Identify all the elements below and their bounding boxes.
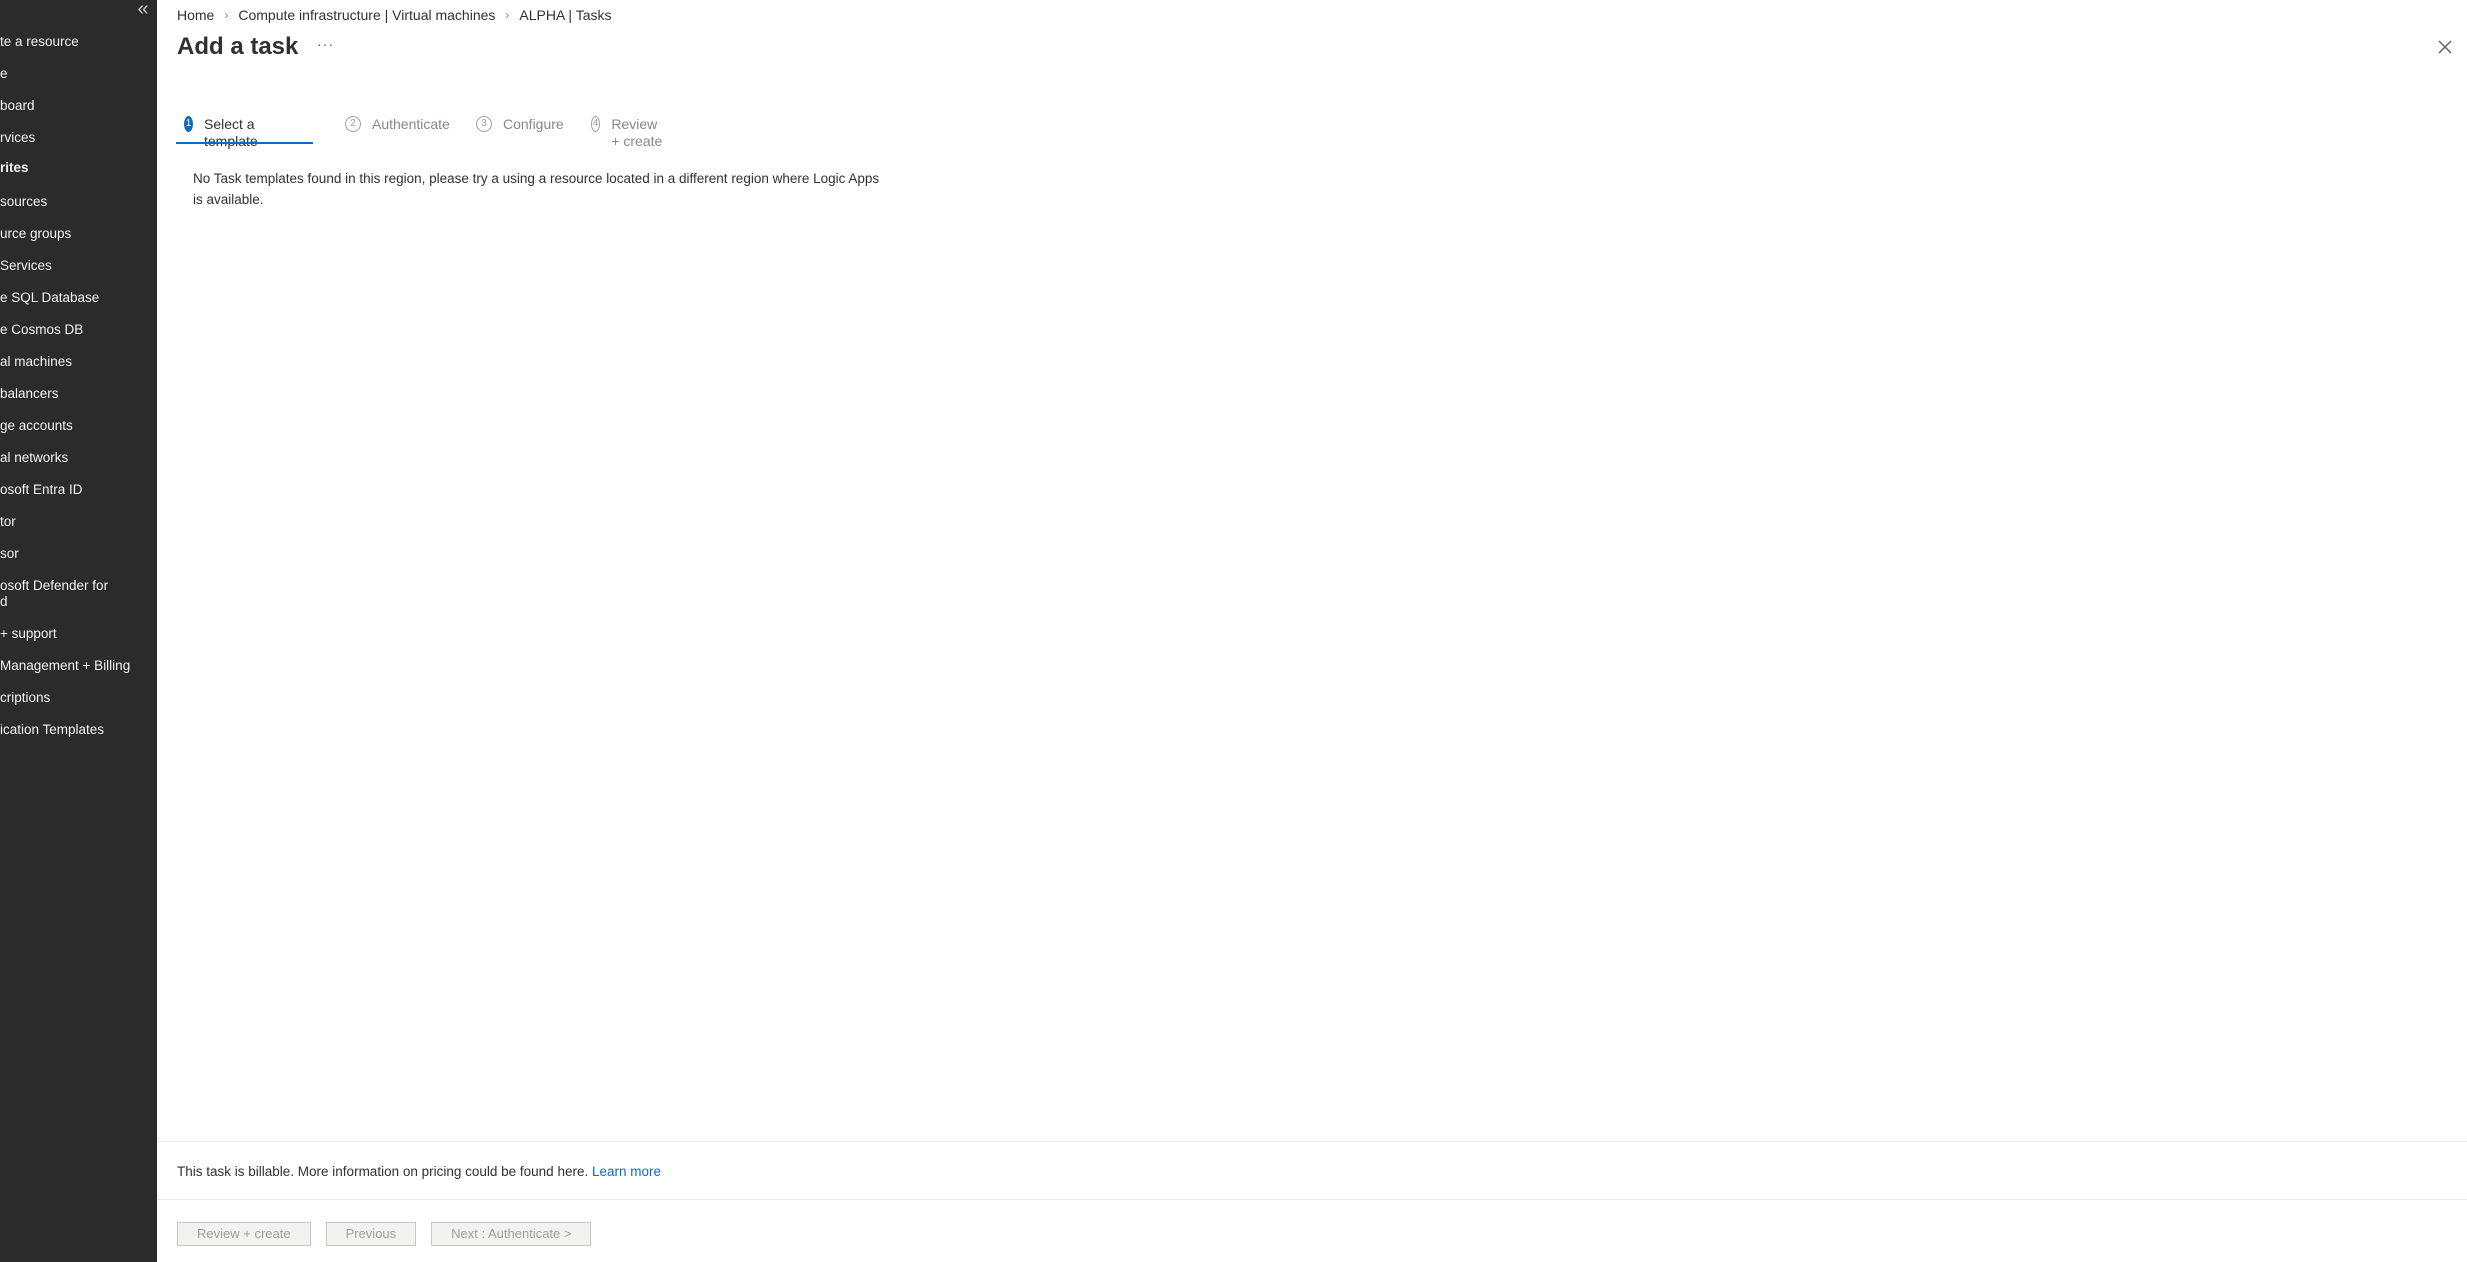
footer-divider (157, 1199, 2467, 1200)
step-number: 4 (591, 116, 601, 132)
nav-item-all-resources[interactable]: sources (0, 194, 47, 210)
breadcrumb-home[interactable]: Home (177, 7, 214, 23)
review-create-button[interactable]: Review + create (177, 1222, 311, 1246)
nav-item-virtual-networks[interactable]: al networks (0, 450, 68, 466)
add-task-blade: Home › Compute infrastructure | Virtual … (157, 0, 2467, 1262)
previous-button[interactable]: Previous (325, 1222, 417, 1246)
step-authenticate[interactable]: 2 Authenticate (345, 116, 450, 146)
nav-item-dashboard[interactable]: board (0, 98, 35, 114)
nav-item-application-templates[interactable]: ication Templates (0, 722, 104, 738)
nav-item-subscriptions[interactable]: criptions (0, 690, 50, 706)
breadcrumb: Home › Compute infrastructure | Virtual … (177, 6, 612, 24)
step-number: 1 (184, 116, 193, 132)
step-select-template[interactable]: 1 Select a template (176, 116, 313, 149)
billing-note: This task is billable. More information … (177, 1164, 661, 1179)
no-templates-message: No Task templates found in this region, … (193, 171, 880, 207)
nav-section-favorites: rites (0, 160, 29, 175)
step-label: Authenticate (372, 116, 450, 132)
more-options-icon[interactable]: ··· (317, 36, 334, 52)
step-number: 3 (476, 116, 492, 132)
close-icon[interactable] (2435, 37, 2455, 57)
nav-item-defender-for-cloud-line2[interactable]: d (0, 594, 8, 610)
footer-divider (157, 1141, 2467, 1142)
nav-item-app-services[interactable]: Services (0, 258, 52, 274)
page-title: Add a task (177, 33, 299, 60)
collapse-menu-icon[interactable]: « (134, 0, 152, 20)
billing-text: This task is billable. More information … (177, 1164, 589, 1179)
step-number: 2 (345, 116, 361, 132)
breadcrumb-separator: › (224, 8, 229, 22)
footer-buttons: Review + create Previous Next : Authenti… (177, 1222, 592, 1246)
nav-item-load-balancers[interactable]: balancers (0, 386, 59, 402)
nav-item-defender-for-cloud[interactable]: osoft Defender for (0, 578, 108, 594)
learn-more-link[interactable]: Learn more (592, 1164, 661, 1179)
nav-item-create-resource[interactable]: te a resource (0, 34, 79, 50)
left-navigation: « te a resource e board rvices rites sou… (0, 0, 157, 1262)
step-configure[interactable]: 3 Configure (476, 116, 564, 146)
step-label: Configure (503, 116, 564, 132)
nav-item-storage-accounts[interactable]: ge accounts (0, 418, 73, 434)
nav-item-advisor[interactable]: sor (0, 546, 19, 562)
nav-item-sql-database[interactable]: e SQL Database (0, 290, 99, 306)
nav-item-all-services[interactable]: rvices (0, 130, 35, 146)
nav-item-entra-id[interactable]: osoft Entra ID (0, 482, 83, 498)
breadcrumb-alpha-tasks[interactable]: ALPHA | Tasks (519, 7, 611, 23)
nav-item-virtual-machines[interactable]: al machines (0, 354, 72, 370)
step-label: Review + create (611, 116, 663, 149)
step-review-create[interactable]: 4 Review + create (591, 116, 664, 149)
nav-item-resource-groups[interactable]: urce groups (0, 226, 71, 242)
breadcrumb-virtual-machines[interactable]: Compute infrastructure | Virtual machine… (238, 7, 495, 23)
active-step-indicator (176, 142, 313, 144)
nav-item-cosmos-db[interactable]: e Cosmos DB (0, 322, 83, 338)
nav-item-cost-management[interactable]: Management + Billing (0, 658, 130, 674)
next-authenticate-button[interactable]: Next : Authenticate > (431, 1222, 592, 1246)
step-label: Select a template (203, 116, 258, 149)
breadcrumb-separator: › (505, 8, 510, 22)
nav-item-home[interactable]: e (0, 66, 8, 82)
nav-item-help-support[interactable]: + support (0, 626, 57, 642)
nav-item-monitor[interactable]: tor (0, 514, 16, 530)
